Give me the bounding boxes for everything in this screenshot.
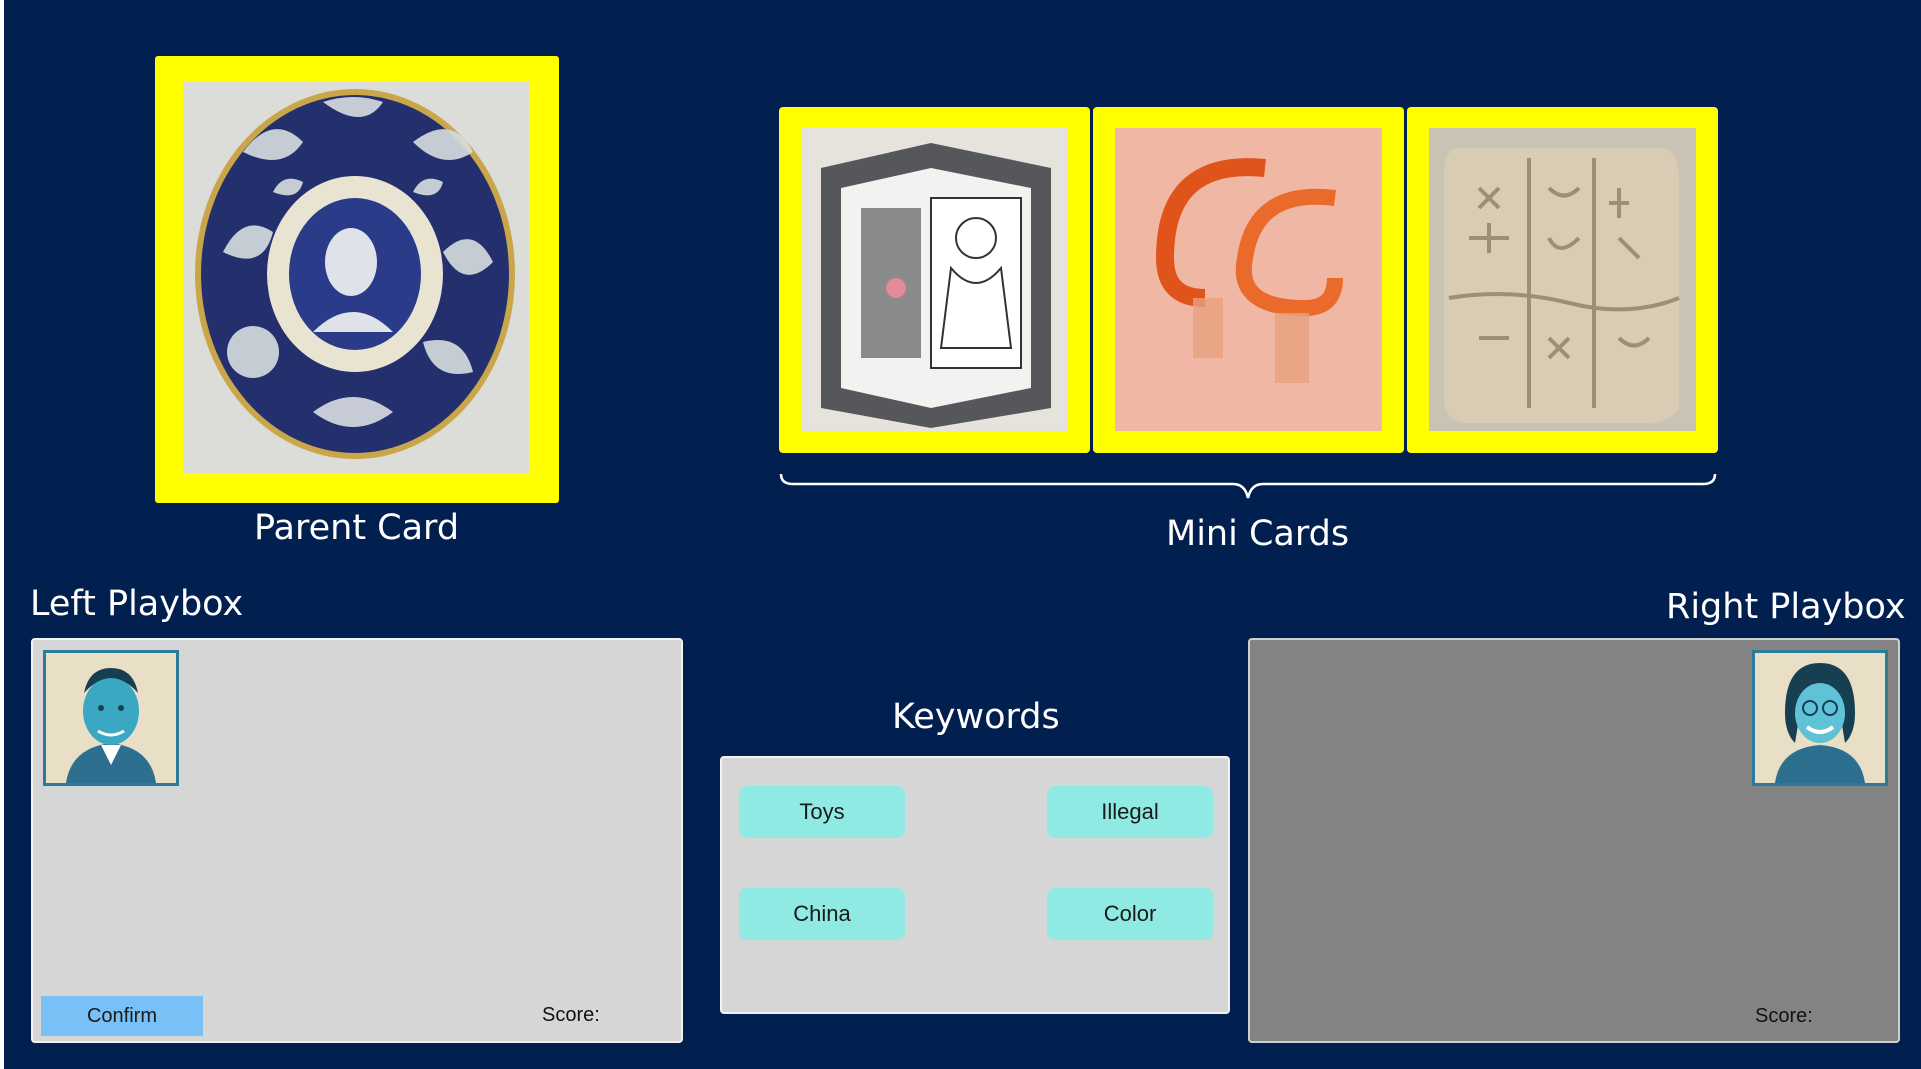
woman-portrait-avatar (1752, 650, 1888, 786)
mini-card-3[interactable] (1407, 107, 1718, 453)
keyword-illegal-button[interactable]: Illegal (1047, 786, 1213, 838)
left-score-label: Score: (542, 1004, 600, 1026)
man-portrait-avatar (43, 650, 179, 786)
parent-card-caption: Parent Card (254, 508, 460, 548)
keywords-panel: Toys Illegal China Color (720, 756, 1230, 1014)
right-playbox[interactable]: Score: (1248, 638, 1900, 1043)
mini-cards-caption: Mini Cards (1166, 514, 1350, 554)
keyword-toys-button[interactable]: Toys (739, 786, 905, 838)
mini-cards-brace (779, 473, 1717, 499)
mini-card-3-image (1429, 128, 1696, 431)
mini-card-2[interactable] (1093, 107, 1404, 453)
keywords-title: Keywords (892, 697, 1060, 737)
keyword-china-button[interactable]: China (739, 888, 905, 940)
right-score-label: Score: (1755, 1005, 1813, 1027)
right-playbox-title: Right Playbox (1666, 587, 1906, 627)
mini-card-2-image (1115, 128, 1382, 431)
parent-card-image (183, 82, 529, 473)
mini-card-1[interactable] (779, 107, 1090, 453)
parent-card[interactable] (155, 56, 559, 503)
left-playbox[interactable]: Confirm Score: (31, 638, 683, 1043)
confirm-button[interactable]: Confirm (41, 996, 203, 1036)
left-playbox-title: Left Playbox (30, 584, 244, 624)
mini-card-1-image (801, 128, 1068, 431)
game-board: Parent Card Mini Cards Left Playbox Conf… (4, 0, 1921, 1069)
keyword-color-button[interactable]: Color (1047, 888, 1213, 940)
